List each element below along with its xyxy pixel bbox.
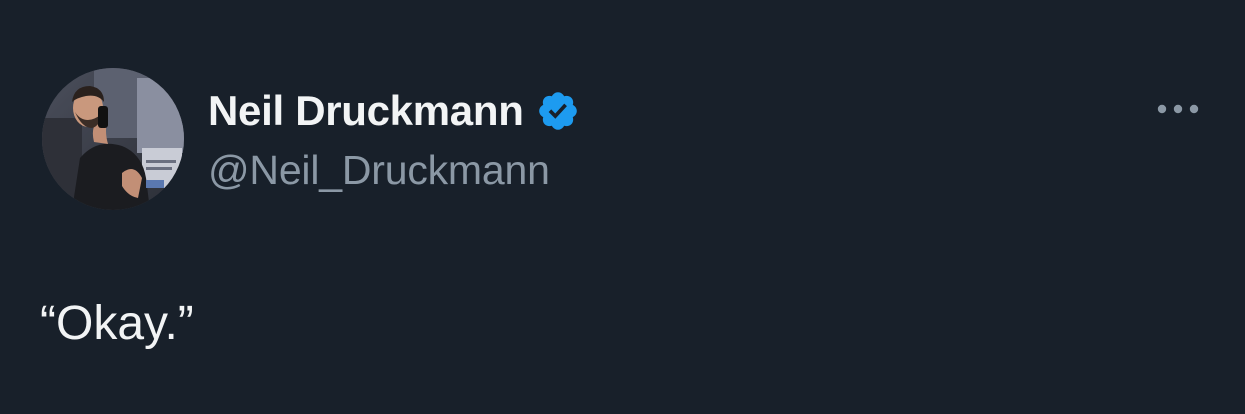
- tweet-card: Neil Druckmann @Neil_Druckmann “Okay.”: [0, 0, 1245, 414]
- verified-badge-icon: [536, 89, 580, 133]
- tweet-text: “Okay.”: [40, 297, 194, 350]
- display-name[interactable]: Neil Druckmann: [208, 87, 524, 135]
- avatar[interactable]: [42, 68, 184, 210]
- avatar-image: [42, 68, 184, 210]
- more-horizontal-icon: [1157, 104, 1199, 114]
- more-options-button[interactable]: [1150, 92, 1206, 126]
- author-handle[interactable]: @Neil_Druckmann: [208, 147, 550, 194]
- author-name-row: Neil Druckmann: [208, 86, 580, 136]
